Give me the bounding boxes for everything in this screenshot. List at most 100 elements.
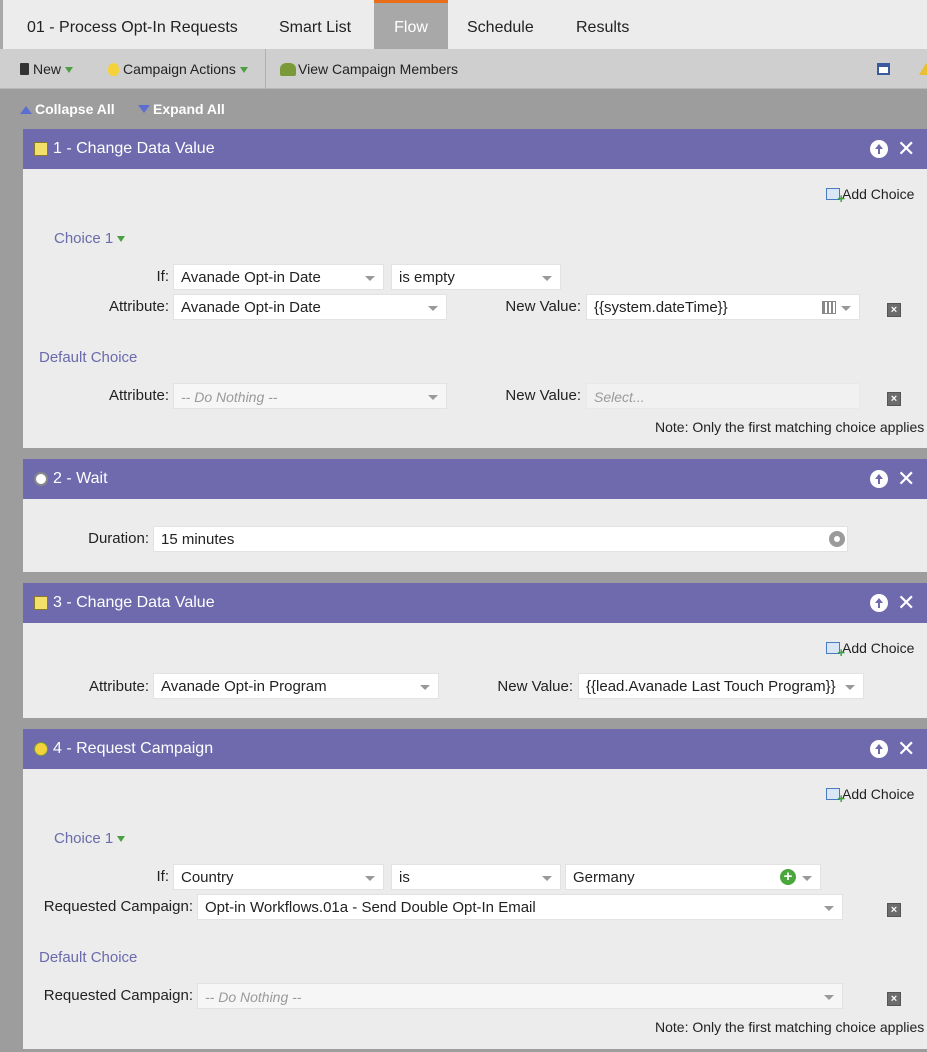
default-choice-label: Default Choice <box>39 949 138 966</box>
expand-collapse-bar: Collapse All Expand All <box>0 89 927 129</box>
step-body: Add Choice Choice 1 If: Country is Germa… <box>23 769 927 1049</box>
move-up-icon[interactable] <box>870 594 888 612</box>
delete-default-icon[interactable]: × <box>887 992 901 1006</box>
close-icon[interactable]: ✕ <box>897 592 915 614</box>
tab-campaign-name[interactable]: 01 - Process Opt-In Requests <box>15 0 250 49</box>
if-operator-select[interactable]: is empty <box>391 264 561 290</box>
delete-choice-icon[interactable]: × <box>887 303 901 317</box>
new-label: New <box>33 61 62 77</box>
new-value-label: New Value: <box>497 678 573 695</box>
step-header[interactable]: 4 - Request Campaign ✕ <box>23 729 927 769</box>
default-attribute-label: Attribute: <box>108 387 169 404</box>
choice-label[interactable]: Choice 1 <box>54 230 126 247</box>
triangle-up-icon <box>20 106 32 114</box>
default-choice-label: Default Choice <box>39 349 138 366</box>
toolbar-divider <box>265 49 266 89</box>
default-new-value-placeholder: Select... <box>594 389 645 405</box>
campaign-actions-label: Campaign Actions <box>123 61 236 77</box>
tab-flow[interactable]: Flow <box>374 0 448 49</box>
document-icon <box>20 63 29 75</box>
choice-label-text: Choice 1 <box>54 830 114 847</box>
calendar-icon[interactable] <box>822 301 836 314</box>
edit-data-icon <box>34 596 48 610</box>
default-attribute-select[interactable]: -- Do Nothing -- <box>173 383 447 409</box>
note-text: Note: Only the first matching choice app… <box>655 1019 925 1035</box>
flow-step-2: 2 - Wait ✕ Duration: 15 minutes <box>23 459 927 572</box>
chevron-down-icon <box>542 276 552 281</box>
collapse-all-label: Collapse All <box>35 101 115 117</box>
chevron-down-icon <box>542 876 552 881</box>
choice-label[interactable]: Choice 1 <box>54 830 126 847</box>
step-header[interactable]: 3 - Change Data Value ✕ <box>23 583 927 623</box>
tab-schedule[interactable]: Schedule <box>455 0 546 49</box>
chevron-down-icon <box>365 876 375 881</box>
duration-input[interactable]: 15 minutes <box>153 526 848 552</box>
flow-step-4: 4 - Request Campaign ✕ Add Choice Choice… <box>23 729 927 1049</box>
close-icon[interactable]: ✕ <box>897 738 915 760</box>
add-choice-icon <box>826 642 845 659</box>
step-title: 1 - Change Data Value <box>53 140 215 157</box>
step-body: Add Choice Attribute: Avanade Opt-in Pro… <box>23 623 927 718</box>
add-value-icon[interactable]: + <box>780 869 796 885</box>
default-requested-campaign-select[interactable]: -- Do Nothing -- <box>197 983 843 1009</box>
new-value-input[interactable]: {{system.dateTime}} <box>586 294 860 320</box>
attribute-select[interactable]: Avanade Opt-in Date <box>173 294 447 320</box>
add-choice-icon <box>826 188 845 205</box>
toolbar: New Campaign Actions View Campaign Membe… <box>0 49 927 89</box>
if-field-select[interactable]: Avanade Opt-in Date <box>173 264 384 290</box>
tab-results[interactable]: Results <box>564 0 641 49</box>
if-value-select[interactable]: Germany + <box>565 864 821 890</box>
chevron-down-icon <box>824 995 834 1000</box>
flow-step-1: 1 - Change Data Value ✕ Add Choice Choic… <box>23 129 927 448</box>
gear-icon[interactable] <box>829 531 845 547</box>
new-value-text: {{system.dateTime}} <box>594 299 728 316</box>
add-choice-label: Add Choice <box>842 186 915 202</box>
delete-default-icon[interactable]: × <box>887 392 901 406</box>
chevron-down-icon <box>841 306 851 311</box>
if-field-select[interactable]: Country <box>173 864 384 890</box>
step-body: Add Choice Choice 1 If: Avanade Opt-in D… <box>23 169 927 448</box>
add-choice-button[interactable]: Add Choice <box>826 640 915 659</box>
move-up-icon[interactable] <box>870 470 888 488</box>
add-choice-button[interactable]: Add Choice <box>826 786 914 805</box>
chevron-down-icon <box>117 836 126 842</box>
attribute-label: Attribute: <box>108 298 169 315</box>
add-choice-button[interactable]: Add Choice <box>826 186 915 205</box>
requested-campaign-label: Requested Campaign: <box>43 898 193 915</box>
requested-campaign-select[interactable]: Opt-in Workflows.01a - Send Double Opt-I… <box>197 894 843 920</box>
campaign-actions-button[interactable]: Campaign Actions <box>108 49 248 89</box>
chevron-down-icon <box>428 395 438 400</box>
new-value-input[interactable]: {{lead.Avanade Last Touch Program}} <box>578 673 864 699</box>
if-operator-select[interactable]: is <box>391 864 561 890</box>
add-choice-label: Add Choice <box>842 640 915 656</box>
attribute-label: Attribute: <box>88 678 149 695</box>
default-attribute-value: -- Do Nothing -- <box>181 389 278 405</box>
chevron-down-icon <box>420 685 430 690</box>
move-up-icon[interactable] <box>870 140 888 158</box>
collapse-all-link[interactable]: Collapse All <box>20 101 115 117</box>
tab-smart-list[interactable]: Smart List <box>267 0 363 49</box>
step-title: 2 - Wait <box>53 470 108 487</box>
expand-all-link[interactable]: Expand All <box>138 101 225 117</box>
tab-bar: 01 - Process Opt-In Requests Smart List … <box>0 0 927 49</box>
step-header[interactable]: 2 - Wait ✕ <box>23 459 927 499</box>
default-requested-campaign-label: Requested Campaign: <box>43 987 193 1004</box>
lightbulb-icon <box>108 63 119 76</box>
delete-choice-icon[interactable]: × <box>887 903 901 917</box>
window-icon[interactable] <box>877 63 890 75</box>
new-button[interactable]: New <box>20 49 74 89</box>
chevron-down-icon <box>824 906 834 911</box>
if-label: If: <box>156 868 169 885</box>
chevron-down-icon <box>802 876 812 881</box>
flow-step-3: 3 - Change Data Value ✕ Add Choice Attri… <box>23 583 927 718</box>
warning-icon <box>919 63 927 75</box>
move-up-icon[interactable] <box>870 740 888 758</box>
view-campaign-members-button[interactable]: View Campaign Members <box>280 49 458 89</box>
attribute-select[interactable]: Avanade Opt-in Program <box>153 673 439 699</box>
default-new-value-input[interactable]: Select... <box>586 383 860 409</box>
if-field-value: Country <box>181 869 234 886</box>
close-icon[interactable]: ✕ <box>897 468 915 490</box>
close-icon[interactable]: ✕ <box>897 138 915 160</box>
new-value-label: New Value: <box>505 298 581 315</box>
step-header[interactable]: 1 - Change Data Value ✕ <box>23 129 927 169</box>
